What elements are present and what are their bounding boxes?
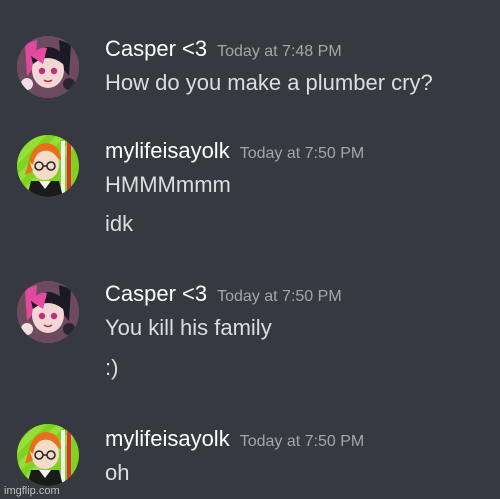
message-text: How do you make a plumber cry? [105, 70, 433, 95]
author-name[interactable]: Casper <3 [105, 281, 207, 306]
message-timestamp: Today at 7:50 PM [239, 433, 365, 450]
chat-messages: Casper <3 Today at 7:48 PM How do you mak… [0, 0, 500, 499]
message-timestamp: Today at 7:48 PM [217, 43, 342, 60]
message-header: mylifeisayolk Today at 7:50 PM [105, 426, 364, 452]
anime-avatar-green-icon [17, 424, 79, 486]
author-name[interactable]: Casper <3 [105, 36, 207, 61]
watermark: imgflip.com [4, 485, 60, 497]
user-avatar[interactable] [17, 135, 79, 197]
message-header: Casper <3 Today at 7:50 PM [105, 281, 342, 307]
message-text: HMMMmmm [105, 172, 231, 197]
message-text: oh [105, 460, 130, 485]
user-avatar[interactable] [17, 281, 79, 343]
user-avatar[interactable] [17, 36, 79, 98]
author-name[interactable]: mylifeisayolk [105, 426, 230, 451]
message-timestamp: Today at 7:50 PM [217, 288, 342, 305]
anime-avatar-green-icon [17, 135, 79, 197]
message-text: :) [105, 355, 119, 380]
message-text: You kill his family [105, 315, 272, 340]
anime-avatar-pink-icon [17, 36, 79, 98]
user-avatar[interactable] [17, 424, 79, 486]
message-header: Casper <3 Today at 7:48 PM [105, 36, 342, 62]
message-text: idk [105, 211, 134, 236]
anime-avatar-pink-icon [17, 281, 79, 343]
message-timestamp: Today at 7:50 PM [239, 145, 365, 162]
message-header: mylifeisayolk Today at 7:50 PM [105, 138, 364, 164]
author-name[interactable]: mylifeisayolk [105, 138, 230, 163]
